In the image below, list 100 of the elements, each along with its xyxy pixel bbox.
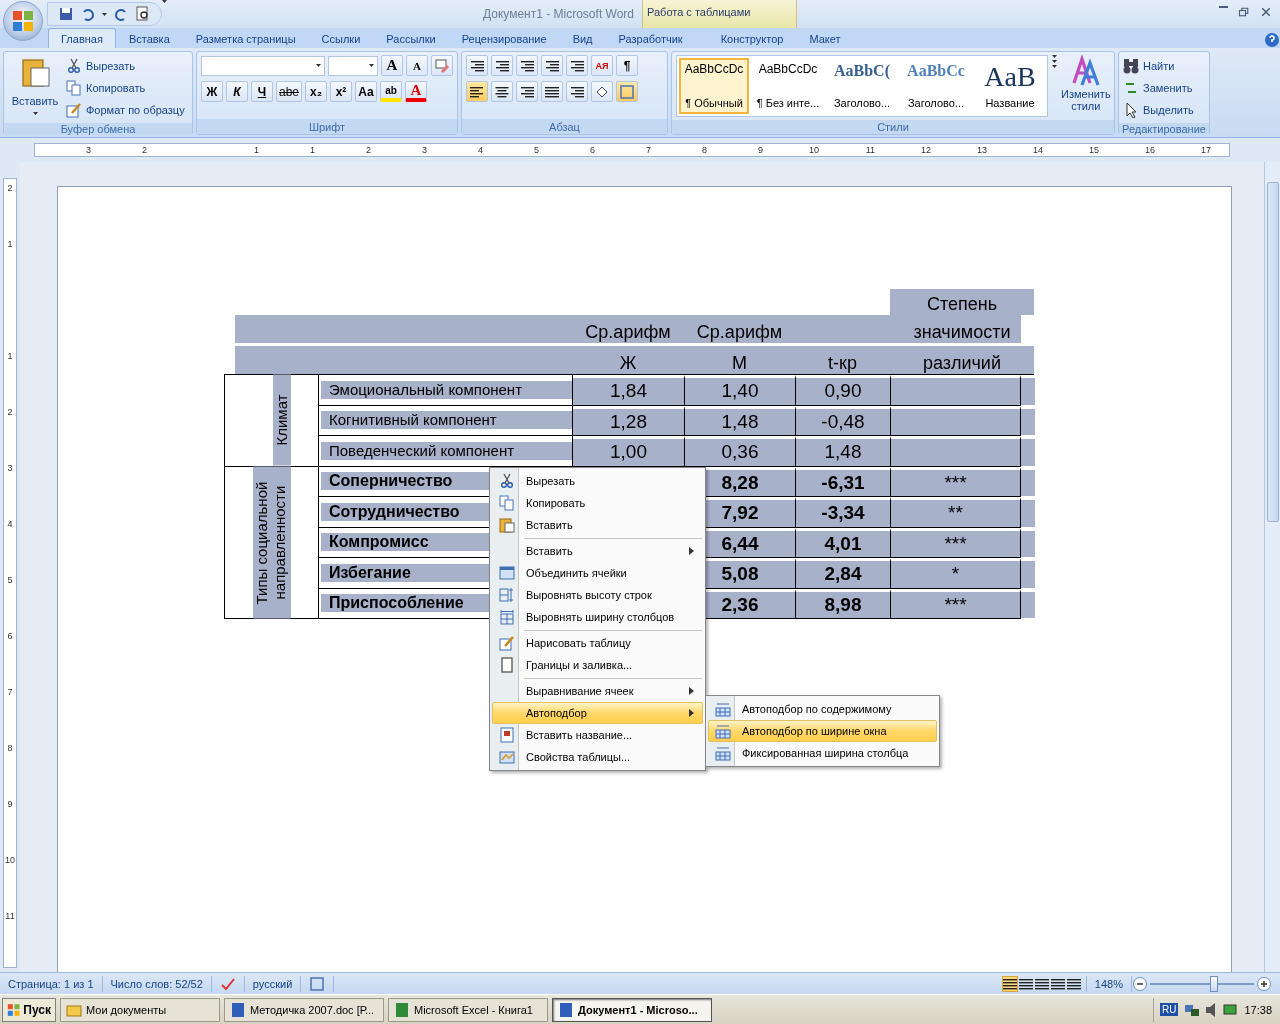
show-marks-button[interactable]: ¶ — [616, 55, 638, 76]
table-cell: 0,36 — [685, 436, 796, 467]
table-cell: 0,90 — [796, 375, 891, 406]
align-button[interactable] — [466, 81, 488, 102]
ruler-number: 9 — [758, 145, 763, 155]
table-icon — [499, 565, 515, 581]
document-icon — [558, 1001, 574, 1018]
ribbon-button[interactable]: Вырезать — [66, 55, 185, 76]
clear-format-button[interactable] — [431, 55, 453, 76]
table-cell: 4,01 — [796, 527, 891, 558]
zoom-slider-thumb[interactable] — [1209, 975, 1218, 992]
ribbon-button[interactable]: Заменить — [1123, 77, 1194, 98]
font-color-button[interactable]: A — [405, 81, 428, 102]
ribbon-tab[interactable]: Главная — [48, 28, 116, 48]
highlight-button[interactable]: ab — [380, 81, 403, 102]
menu-item[interactable]: Автоподбор — [492, 702, 703, 724]
align-button[interactable] — [491, 81, 513, 102]
format-button[interactable]: К — [226, 81, 248, 102]
ruler-number: 13 — [977, 145, 987, 155]
format-button[interactable]: x² — [330, 81, 353, 102]
multilevel-list-button[interactable] — [516, 55, 538, 76]
ribbon-tab[interactable]: Конструктор — [707, 28, 797, 48]
style-item[interactable]: AaBbCcDc ¶ Обычный — [679, 58, 749, 114]
menu-item[interactable]: Автоподбор по ширине окна — [708, 720, 937, 742]
office-button[interactable] — [3, 1, 43, 41]
binoculars-icon — [1123, 57, 1139, 74]
menu-item[interactable]: Вставить название... — [492, 724, 703, 746]
language-indicator[interactable]: RU — [1160, 1003, 1179, 1016]
ruler-number: 9 — [7, 799, 13, 809]
caret-icon — [316, 64, 321, 67]
numbering-button[interactable] — [491, 55, 513, 76]
align-icon — [495, 85, 509, 98]
row-label: Когнитивный компонент — [321, 411, 572, 430]
ruler-number: 1 — [7, 351, 13, 361]
shrink-font-button[interactable]: A — [406, 55, 428, 76]
undo-icon — [80, 6, 96, 22]
align-button[interactable] — [516, 81, 538, 102]
taskbar-button[interactable]: Документ1 - Microso... — [552, 997, 712, 1022]
start-button[interactable]: Пуск — [2, 997, 56, 1022]
ribbon-tab[interactable]: Макет — [796, 28, 854, 48]
ribbon-tab[interactable]: Ссылки — [308, 28, 374, 48]
shading-button[interactable] — [591, 81, 613, 102]
ribbon-button[interactable]: Копировать — [66, 77, 185, 98]
ruler-number: 11 — [5, 911, 15, 921]
format-button[interactable]: Ч — [251, 81, 273, 102]
caret-icon — [162, 0, 167, 3]
save-icon — [58, 6, 74, 22]
taskbar-button[interactable]: Мои документы — [60, 997, 220, 1022]
change-styles-button[interactable]: Изменить стили — [1061, 88, 1111, 112]
menu-item[interactable]: Свойства таблицы... — [492, 746, 703, 768]
ribbon-button[interactable]: Выделить — [1123, 99, 1194, 120]
taskbar-button[interactable]: Microsoft Excel - Книга1 — [388, 997, 548, 1022]
ribbon-tab[interactable]: Вставка — [115, 28, 183, 48]
group-label: Буфер обмена — [4, 123, 192, 135]
ruler-number: 4 — [7, 519, 13, 529]
taskbar-button[interactable]: Методичка 2007.doc [Р... — [224, 997, 384, 1022]
ruler-number: 8 — [702, 145, 707, 155]
macro-icon — [309, 975, 326, 992]
table-header-cell-text: различий — [922, 352, 1002, 374]
office-logo-icon — [11, 9, 35, 33]
menu-item[interactable]: Автоподбор по содержимому — [708, 698, 937, 720]
menu-item[interactable]: Границы и заливка... — [492, 654, 703, 676]
bullets-button[interactable] — [466, 55, 488, 76]
increase-indent-button[interactable] — [566, 55, 588, 76]
paste-button[interactable]: Вставить — [11, 90, 59, 111]
clock: 17:38 — [1244, 1003, 1272, 1016]
sort-button[interactable]: АЯ — [591, 55, 613, 76]
monitor-icon — [1222, 1001, 1239, 1018]
align-button[interactable] — [541, 81, 563, 102]
table-icon — [499, 587, 515, 603]
pencil-icon — [499, 635, 515, 651]
format-button[interactable]: x₂ — [305, 81, 328, 102]
decrease-indent-button[interactable] — [541, 55, 563, 76]
font-name-field[interactable] — [201, 55, 325, 76]
ribbon-tab[interactable]: Разработчик — [605, 28, 696, 48]
format-button[interactable]: abe — [276, 81, 303, 102]
font-size-field[interactable] — [328, 55, 378, 76]
caption-icon — [499, 727, 515, 743]
ruler-number: 2 — [142, 145, 147, 155]
view-button[interactable] — [1001, 975, 1018, 992]
scrollbar-thumb[interactable] — [1266, 182, 1279, 522]
ribbon-button[interactable]: Формат по образцу — [66, 99, 185, 120]
ribbon-button[interactable]: Найти — [1123, 55, 1194, 76]
cell-shading — [1021, 497, 1035, 528]
table-cell: -6,31 — [796, 466, 891, 497]
format-button[interactable]: Aa — [355, 81, 378, 102]
ribbon-tab[interactable]: Рецензирование — [448, 28, 560, 48]
contextual-tab-group-label: Работа с таблицами — [642, 0, 797, 28]
align-icon — [470, 85, 484, 98]
ribbon-tab[interactable]: Рассылки — [373, 28, 449, 48]
menu-item[interactable]: Фиксированная ширина столбца — [708, 742, 937, 764]
line-spacing-icon — [570, 85, 584, 98]
ribbon-tab[interactable]: Вид — [559, 28, 606, 48]
ribbon-tab[interactable]: Разметка страницы — [182, 28, 309, 48]
format-button[interactable]: Ж — [201, 81, 223, 102]
close-icon — [1260, 6, 1272, 18]
autofit-table-icon — [715, 701, 731, 717]
table-cell: 1,00 — [573, 436, 685, 467]
grow-font-button[interactable]: A — [381, 55, 403, 76]
line-spacing-button[interactable] — [566, 81, 588, 102]
